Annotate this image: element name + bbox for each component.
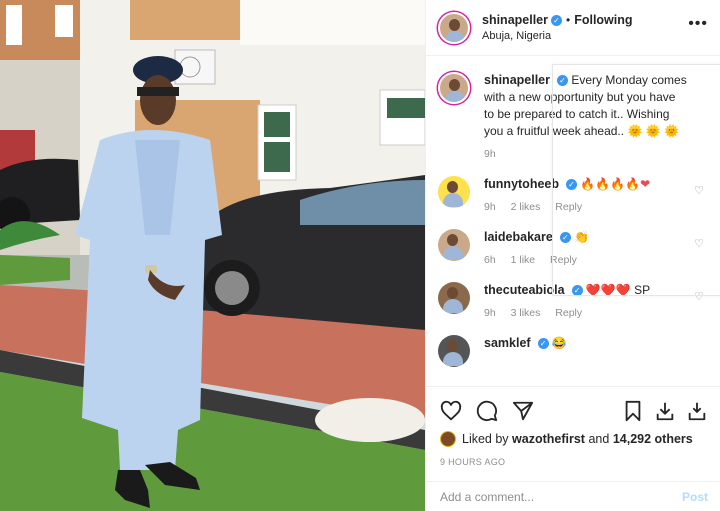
caption-row: shinapeller ✓ Every Monday comes with a n… bbox=[438, 72, 708, 160]
caption-age[interactable]: 9h bbox=[484, 148, 496, 160]
verified-icon: ✓ bbox=[559, 232, 571, 244]
author-username[interactable]: shinapeller bbox=[482, 13, 548, 27]
comment-like-icon[interactable]: ♡ bbox=[694, 237, 704, 250]
heart-emoji-icon: ❤ bbox=[640, 177, 651, 191]
post-timestamp[interactable]: 9 HOURS AGO bbox=[440, 457, 708, 467]
follow-status-button[interactable]: Following bbox=[574, 13, 632, 27]
comment-age[interactable]: 6h bbox=[484, 254, 496, 266]
reply-button[interactable]: Reply bbox=[550, 254, 577, 266]
comment-like-icon[interactable]: ♡ bbox=[694, 184, 704, 197]
photo-illustration bbox=[0, 0, 425, 511]
commenter-avatar[interactable] bbox=[438, 282, 470, 314]
author-info: shinapeller ✓ • Following Abuja, Nigeria bbox=[482, 13, 633, 42]
post-header: shinapeller ✓ • Following Abuja, Nigeria ••… bbox=[426, 0, 720, 56]
comment-row: thecuteabiola ✓ ❤️❤️❤️ SP 9h 3 likes Repl… bbox=[438, 282, 708, 319]
more-options-icon[interactable]: ••• bbox=[688, 15, 708, 33]
bookmark-icon[interactable] bbox=[622, 400, 644, 422]
comment-username[interactable]: funnytoheeb bbox=[484, 177, 559, 191]
commenter-avatar[interactable] bbox=[438, 229, 470, 261]
verified-icon: ✓ bbox=[557, 75, 568, 87]
reply-button[interactable]: Reply bbox=[555, 201, 582, 213]
verified-icon: ✓ bbox=[566, 179, 577, 191]
download-icon[interactable] bbox=[654, 400, 676, 422]
caption-avatar[interactable] bbox=[438, 72, 470, 104]
post-comment-button[interactable]: Post bbox=[682, 490, 708, 504]
comment-text: SP bbox=[634, 283, 651, 297]
liker-avatar[interactable] bbox=[440, 431, 456, 447]
caption-username[interactable]: shinapeller bbox=[484, 73, 550, 87]
fire-emoji-icon: 🔥🔥🔥🔥 bbox=[580, 177, 641, 191]
heart-icon[interactable] bbox=[440, 400, 462, 422]
comment-row: funnytoheeb ✓ 🔥🔥🔥🔥❤ 9h 2 likes Reply ♡ bbox=[438, 176, 708, 213]
verified-icon: ✓ bbox=[537, 338, 549, 350]
comment-row: laidebakare ✓ 👏 6h 1 like Reply ♡ bbox=[438, 229, 708, 266]
share-icon[interactable] bbox=[512, 400, 534, 422]
comment-age[interactable]: 9h bbox=[484, 307, 496, 319]
post-photo[interactable] bbox=[0, 0, 425, 511]
likes-prefix: Liked by bbox=[462, 432, 509, 446]
likes-and: and bbox=[588, 432, 610, 446]
commenter-avatar[interactable] bbox=[438, 176, 470, 208]
author-avatar[interactable] bbox=[438, 11, 470, 44]
verified-icon: ✓ bbox=[551, 15, 562, 27]
clap-emoji-icon: 👏 bbox=[574, 230, 590, 244]
comment-age[interactable]: 9h bbox=[484, 201, 496, 213]
comment-likes[interactable]: 3 likes bbox=[511, 307, 541, 319]
comments-list[interactable]: shinapeller ✓ Every Monday comes with a n… bbox=[426, 56, 720, 386]
sun-emoji-icon: 🌞 🌞 🌞 bbox=[627, 124, 679, 138]
post-actions: Liked by wazothefirst and 14,292 others … bbox=[426, 386, 720, 511]
comment-icon[interactable] bbox=[476, 400, 498, 422]
comment-like-icon[interactable]: ♡ bbox=[694, 290, 704, 303]
comment-input[interactable] bbox=[440, 489, 682, 504]
commenter-avatar[interactable] bbox=[438, 335, 470, 367]
laugh-emoji-icon: 😂 bbox=[551, 336, 567, 350]
likes-summary: Liked by wazothefirst and 14,292 others bbox=[440, 431, 708, 447]
separator-dot: • bbox=[566, 13, 571, 27]
likes-count[interactable]: 14,292 others bbox=[613, 432, 693, 446]
comment-row: samklef ✓ 😂 bbox=[438, 335, 708, 367]
reply-button[interactable]: Reply bbox=[555, 307, 582, 319]
post-panel: shinapeller ✓ • Following Abuja, Nigeria ••… bbox=[425, 0, 720, 511]
post-location[interactable]: Abuja, Nigeria bbox=[482, 30, 633, 42]
comment-likes[interactable]: 2 likes bbox=[511, 201, 541, 213]
add-comment-bar: Post bbox=[426, 481, 720, 511]
liker-username[interactable]: wazothefirst bbox=[512, 432, 585, 446]
comment-likes[interactable]: 1 like bbox=[511, 254, 536, 266]
comment-username[interactable]: laidebakare bbox=[484, 230, 553, 244]
comment-username[interactable]: samklef bbox=[484, 336, 531, 350]
download-alt-icon[interactable] bbox=[686, 400, 708, 422]
comment-username[interactable]: thecuteabiola bbox=[484, 283, 565, 297]
heart-emoji-icon: ❤️❤️❤️ bbox=[585, 283, 631, 297]
verified-icon: ✓ bbox=[571, 285, 583, 297]
